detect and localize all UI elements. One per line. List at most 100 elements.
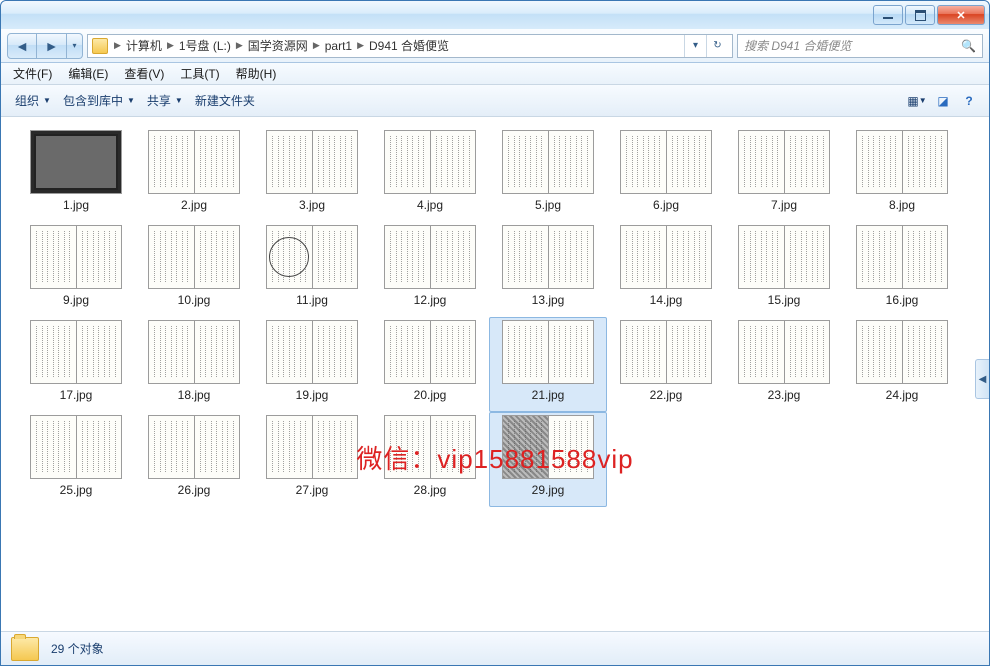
file-item[interactable]: 8.jpg bbox=[843, 127, 961, 222]
preview-pane-toggle[interactable]: ◀ bbox=[975, 359, 989, 399]
file-label: 3.jpg bbox=[299, 198, 325, 212]
file-label: 4.jpg bbox=[417, 198, 443, 212]
preview-pane-button[interactable]: ◪ bbox=[931, 90, 955, 112]
file-item[interactable]: 19.jpg bbox=[253, 317, 371, 412]
view-options-button[interactable]: ▦ ▼ bbox=[905, 90, 929, 112]
file-thumbnail bbox=[384, 130, 476, 194]
content-pane[interactable]: 1.jpg 2.jpg 3.jpg 4.jpg 5.jpg 6.jpg 7.jpg 8.jpg… bbox=[1, 117, 989, 631]
breadcrumb-item[interactable]: part1 bbox=[322, 39, 355, 53]
file-label: 17.jpg bbox=[60, 388, 93, 402]
file-label: 7.jpg bbox=[771, 198, 797, 212]
address-dropdown[interactable]: ▾ bbox=[684, 35, 706, 57]
file-item[interactable]: 25.jpg bbox=[17, 412, 135, 507]
file-thumbnail bbox=[620, 225, 712, 289]
file-item[interactable]: 27.jpg bbox=[253, 412, 371, 507]
file-item[interactable]: 3.jpg bbox=[253, 127, 371, 222]
file-label: 13.jpg bbox=[532, 293, 565, 307]
menubar: 文件(F) 编辑(E) 查看(V) 工具(T) 帮助(H) bbox=[1, 63, 989, 85]
close-button[interactable] bbox=[937, 5, 985, 25]
file-item[interactable]: 13.jpg bbox=[489, 222, 607, 317]
file-item[interactable]: 12.jpg bbox=[371, 222, 489, 317]
breadcrumb-separator: ▶ bbox=[355, 40, 366, 51]
file-thumbnail bbox=[266, 225, 358, 289]
file-label: 2.jpg bbox=[181, 198, 207, 212]
search-input[interactable]: 搜索 D941 合婚便览 🔍 bbox=[737, 34, 983, 58]
file-item[interactable]: 26.jpg bbox=[135, 412, 253, 507]
file-thumbnail bbox=[738, 225, 830, 289]
address-bar[interactable]: ▶ 计算机 ▶ 1号盘 (L:) ▶ 国学资源网 ▶ part1 ▶ D941 … bbox=[87, 34, 733, 58]
file-label: 9.jpg bbox=[63, 293, 89, 307]
breadcrumb-item[interactable]: D941 合婚便览 bbox=[366, 37, 452, 54]
file-label: 6.jpg bbox=[653, 198, 679, 212]
file-item[interactable]: 15.jpg bbox=[725, 222, 843, 317]
file-label: 24.jpg bbox=[886, 388, 919, 402]
search-icon[interactable]: 🔍 bbox=[961, 39, 976, 53]
file-item[interactable]: 18.jpg bbox=[135, 317, 253, 412]
file-label: 8.jpg bbox=[889, 198, 915, 212]
file-item[interactable]: 17.jpg bbox=[17, 317, 135, 412]
file-thumbnail bbox=[384, 320, 476, 384]
menu-tools[interactable]: 工具(T) bbox=[172, 63, 227, 84]
file-item[interactable]: 24.jpg bbox=[843, 317, 961, 412]
file-thumbnail bbox=[620, 130, 712, 194]
breadcrumb-item[interactable]: 国学资源网 bbox=[245, 37, 311, 54]
file-item[interactable]: 7.jpg bbox=[725, 127, 843, 222]
file-item[interactable]: 21.jpg bbox=[489, 317, 607, 412]
file-item[interactable]: 2.jpg bbox=[135, 127, 253, 222]
titlebar bbox=[1, 1, 989, 29]
file-label: 22.jpg bbox=[650, 388, 683, 402]
file-label: 27.jpg bbox=[296, 483, 329, 497]
file-item[interactable]: 16.jpg bbox=[843, 222, 961, 317]
file-label: 29.jpg bbox=[532, 483, 565, 497]
nav-back-button[interactable]: ◄ bbox=[7, 33, 37, 59]
menu-help[interactable]: 帮助(H) bbox=[228, 63, 285, 84]
file-label: 12.jpg bbox=[414, 293, 447, 307]
file-item[interactable]: 23.jpg bbox=[725, 317, 843, 412]
new-folder-button[interactable]: 新建文件夹 bbox=[189, 88, 261, 113]
file-thumbnail bbox=[502, 415, 594, 479]
file-item[interactable]: 5.jpg bbox=[489, 127, 607, 222]
nav-forward-button[interactable]: ► bbox=[37, 33, 67, 59]
file-thumbnail bbox=[620, 320, 712, 384]
file-item[interactable]: 22.jpg bbox=[607, 317, 725, 412]
file-thumbnail bbox=[266, 320, 358, 384]
file-item[interactable]: 9.jpg bbox=[17, 222, 135, 317]
file-item[interactable]: 6.jpg bbox=[607, 127, 725, 222]
menu-edit[interactable]: 编辑(E) bbox=[60, 63, 116, 84]
help-button[interactable]: ? bbox=[957, 90, 981, 112]
file-thumbnail bbox=[30, 130, 122, 194]
organize-button[interactable]: 组织▼ bbox=[9, 88, 57, 113]
file-thumbnail bbox=[266, 415, 358, 479]
file-thumbnail bbox=[856, 320, 948, 384]
share-button[interactable]: 共享▼ bbox=[141, 88, 189, 113]
file-item[interactable]: 11.jpg bbox=[253, 222, 371, 317]
file-label: 28.jpg bbox=[414, 483, 447, 497]
menu-file[interactable]: 文件(F) bbox=[5, 63, 60, 84]
menu-view[interactable]: 查看(V) bbox=[116, 63, 172, 84]
file-item[interactable]: 14.jpg bbox=[607, 222, 725, 317]
file-item[interactable]: 20.jpg bbox=[371, 317, 489, 412]
refresh-button[interactable]: ↻ bbox=[706, 35, 728, 57]
file-label: 1.jpg bbox=[63, 198, 89, 212]
file-item[interactable]: 4.jpg bbox=[371, 127, 489, 222]
file-thumbnail bbox=[30, 320, 122, 384]
file-label: 25.jpg bbox=[60, 483, 93, 497]
file-item[interactable]: 1.jpg bbox=[17, 127, 135, 222]
file-thumbnail bbox=[266, 130, 358, 194]
nav-history-dropdown[interactable]: ▾ bbox=[67, 33, 83, 59]
file-thumbnail bbox=[384, 225, 476, 289]
file-item[interactable]: 10.jpg bbox=[135, 222, 253, 317]
minimize-button[interactable] bbox=[873, 5, 903, 25]
maximize-button[interactable] bbox=[905, 5, 935, 25]
file-item[interactable]: 29.jpg bbox=[489, 412, 607, 507]
file-thumbnail bbox=[30, 225, 122, 289]
breadcrumb-separator: ▶ bbox=[165, 40, 176, 51]
breadcrumb-separator: ▶ bbox=[234, 40, 245, 51]
breadcrumb-item[interactable]: 1号盘 (L:) bbox=[176, 37, 234, 54]
window-controls bbox=[871, 5, 985, 25]
breadcrumb-item[interactable]: 计算机 bbox=[123, 37, 165, 54]
file-item[interactable]: 28.jpg bbox=[371, 412, 489, 507]
file-thumbnail bbox=[148, 320, 240, 384]
include-in-library-button[interactable]: 包含到库中▼ bbox=[57, 88, 141, 113]
file-thumbnail bbox=[502, 225, 594, 289]
